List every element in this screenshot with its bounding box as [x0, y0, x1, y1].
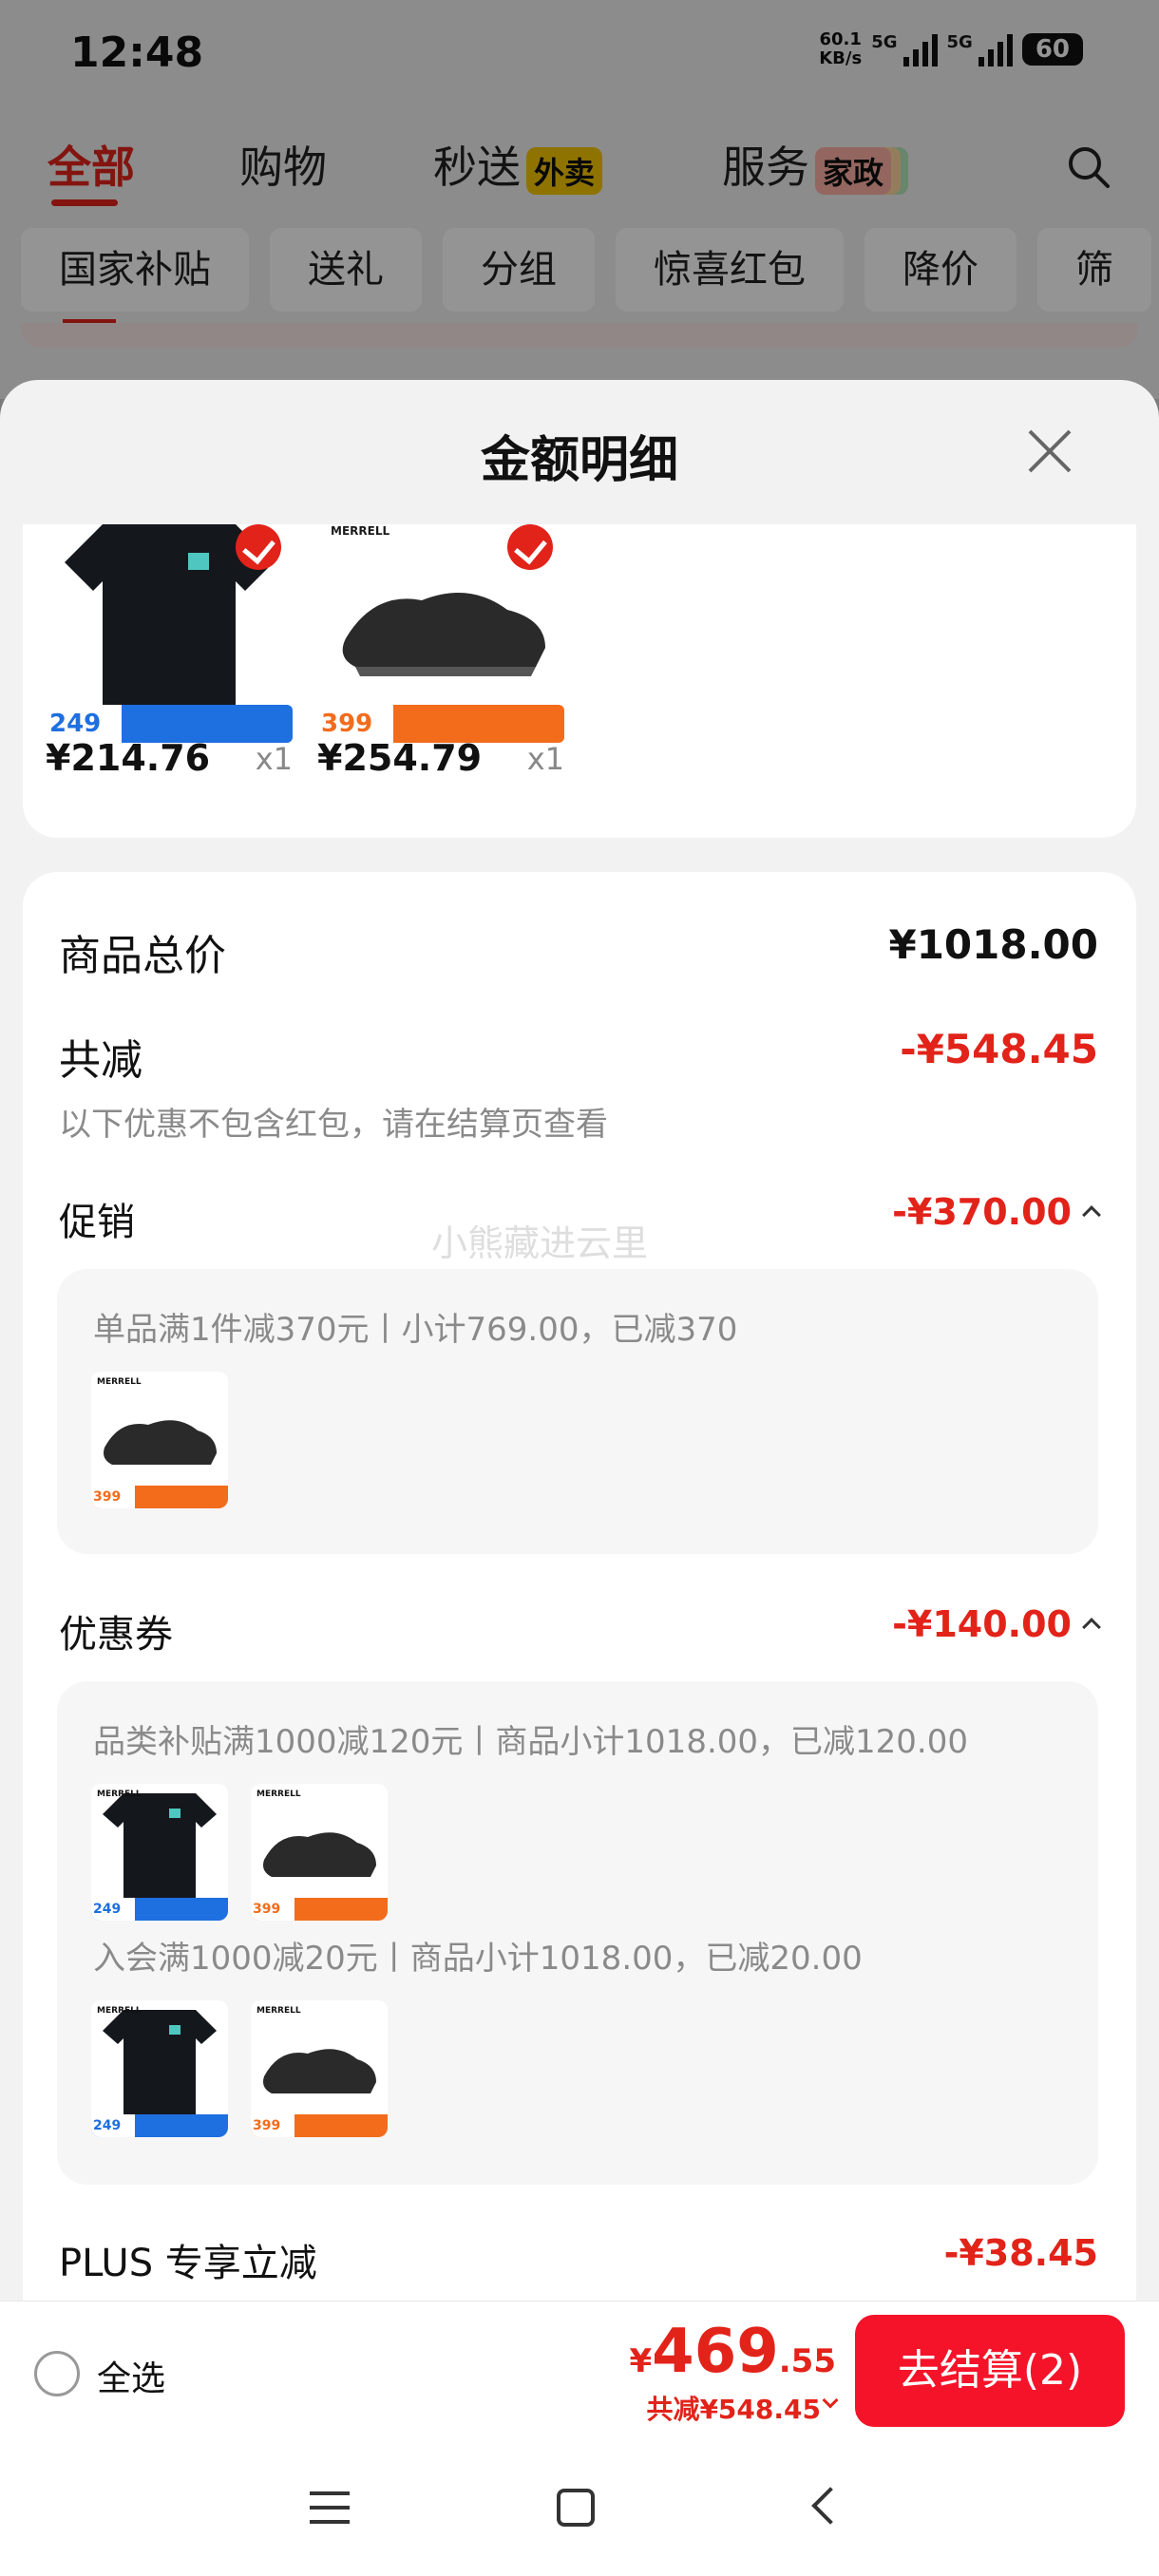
- selected-products: 249 ¥214.76 x1 MERRELL 399 ¥254.79 x1: [23, 524, 1136, 838]
- background-app: 12:48 60.1 KB/s 5G 5G 60 全部 购物 秒送 外卖 服务 家政: [0, 0, 1159, 399]
- coupon-row[interactable]: 优惠券 -¥140.00: [59, 1603, 1101, 1657]
- product-image: [46, 524, 293, 705]
- chevron-up-icon: [1082, 1204, 1101, 1224]
- amount-detail-sheet: 金额明细 249 ¥214.76 x1 MERRELL 399 ¥254.79 …: [0, 380, 1159, 2576]
- total-row: 商品总价 ¥1018.00: [59, 921, 1098, 980]
- coupon-product-shoe: MERRELL 399: [251, 1784, 388, 1921]
- watermark: 小熊藏进云里: [431, 1222, 649, 1264]
- home-icon[interactable]: [557, 2489, 595, 2527]
- dim-overlay[interactable]: [0, 0, 1159, 399]
- chevron-down-icon[interactable]: [822, 2392, 839, 2409]
- product-price: ¥254.79: [317, 737, 483, 779]
- shoe-thumb: [104, 1420, 217, 1465]
- system-nav-bar: [0, 2441, 1159, 2576]
- promo-detail-box: 单品满1件减370元丨小计769.00，已减370 MERRELL 399: [57, 1269, 1098, 1554]
- plus-row: PLUS 专享立减 -¥38.45: [59, 2232, 1098, 2285]
- discount-note: 以下优惠不包含红包，请在结算页查看: [59, 1106, 608, 1144]
- checked-icon[interactable]: [507, 524, 553, 570]
- total-saving[interactable]: 共减¥548.45: [646, 2389, 821, 2427]
- brand-logo: MERRELL: [331, 524, 390, 538]
- coupon-product-tshirt-2: MERRELL 249: [91, 2000, 228, 2137]
- product-qty: x1: [255, 741, 293, 777]
- coupon-detail-2: 入会满1000减20元丨商品小计1018.00，已减20.00: [93, 1940, 863, 1978]
- tshirt-thumb: [103, 1793, 217, 1898]
- sheet-title: 金额明细: [480, 432, 678, 489]
- plus-value: -¥38.45: [943, 2232, 1098, 2274]
- promo-detail: 单品满1件减370元丨小计769.00，已减370: [93, 1311, 738, 1349]
- total-price: ¥469.55: [629, 2317, 837, 2387]
- discount-row: 共减 -¥548.45: [59, 1026, 1098, 1085]
- discount-value: -¥548.45: [900, 1026, 1098, 1072]
- promo-product-shoe: MERRELL 399: [91, 1372, 228, 1508]
- back-icon[interactable]: [811, 2487, 849, 2525]
- product-price: ¥214.76: [46, 737, 211, 779]
- coupon-product-tshirt: MERRELL 249: [91, 1784, 228, 1921]
- checkout-button[interactable]: 去结算(2): [855, 2315, 1125, 2427]
- coupon-detail-box: 品类补贴满1000减120元丨商品小计1018.00，已减120.00 MERR…: [57, 1681, 1098, 2185]
- coupon-product-shoe-2: MERRELL 399: [251, 2000, 388, 2137]
- checked-icon[interactable]: [236, 524, 281, 570]
- shoe-thumb: [263, 2049, 376, 2093]
- checkout-bar: 全选 ¥469.55 共减¥548.45 去结算(2): [0, 2301, 1159, 2441]
- product-qty: x1: [526, 741, 564, 777]
- total-value: ¥1018.00: [888, 921, 1098, 968]
- product-image: MERRELL: [317, 524, 564, 705]
- menu-icon[interactable]: [310, 2491, 350, 2525]
- tshirt-thumb: [103, 2010, 217, 2114]
- close-icon[interactable]: [1026, 427, 1074, 475]
- coupon-detail-1: 品类补贴满1000减120元丨商品小计1018.00，已减120.00: [93, 1723, 968, 1761]
- chevron-up-icon: [1082, 1617, 1101, 1637]
- select-all-label[interactable]: 全选: [97, 2351, 165, 2400]
- shoe-thumb: [263, 1832, 376, 1877]
- product-shoe[interactable]: MERRELL 399 ¥254.79 x1: [317, 524, 564, 779]
- product-tshirt[interactable]: 249 ¥214.76 x1: [46, 524, 293, 779]
- select-all-radio[interactable]: [34, 2351, 80, 2396]
